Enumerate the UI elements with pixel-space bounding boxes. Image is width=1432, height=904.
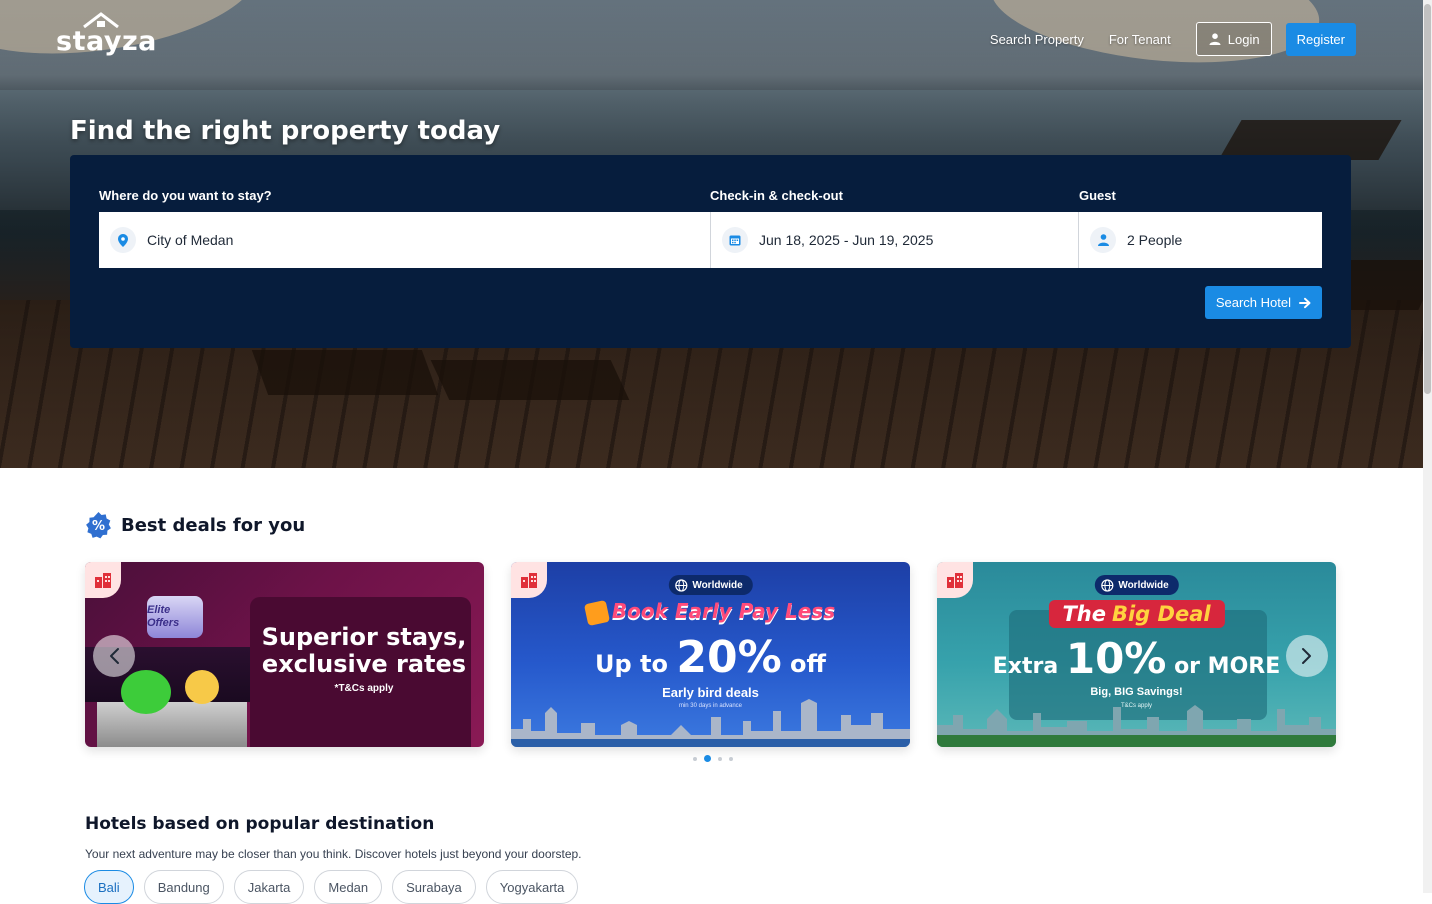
dates-field[interactable]: Jun 18, 2025 - Jun 19, 2025 xyxy=(711,212,1079,268)
globe-icon xyxy=(674,578,687,592)
nav-for-tenant[interactable]: For Tenant xyxy=(1109,32,1171,47)
user-icon xyxy=(1209,33,1221,45)
page-scrollbar-thumb[interactable] xyxy=(1424,4,1431,394)
offer-percent: 10% xyxy=(1065,634,1167,683)
card-note: *T&Cs apply xyxy=(334,683,394,694)
dates-label: Check-in & check-out xyxy=(710,188,843,203)
card-headline-text: Book Early Pay Less xyxy=(611,599,836,623)
chevron-right-icon xyxy=(1302,648,1311,664)
hero-banner: stayza Search Property For Tenant Login … xyxy=(0,0,1423,468)
mascot-illustration xyxy=(185,670,219,704)
city-chip-yogyakarta[interactable]: Yogyakarta xyxy=(485,870,579,904)
popular-title: Hotels based on popular destination xyxy=(85,814,435,834)
search-hotel-label: Search Hotel xyxy=(1215,295,1291,310)
carousel-prev-button[interactable] xyxy=(93,635,135,677)
city-chip-jakarta[interactable]: Jakarta xyxy=(233,870,305,904)
popular-subtitle: Your next adventure may be closer than y… xyxy=(85,847,582,861)
location-field[interactable]: City of Medan xyxy=(99,212,711,268)
hotel-icon xyxy=(947,573,963,588)
register-label: Register xyxy=(1296,31,1345,47)
city-chip-medan[interactable]: Medan xyxy=(314,870,383,904)
login-label: Login xyxy=(1227,31,1260,47)
worldwide-pill: Worldwide xyxy=(1094,575,1179,595)
brand-logo[interactable]: stayza xyxy=(56,12,156,62)
chevron-left-icon xyxy=(110,648,119,664)
dates-value: Jun 18, 2025 - Jun 19, 2025 xyxy=(759,232,934,248)
deal-card[interactable]: Worldwide Book Early Pay Less Up to 20% … xyxy=(511,562,910,747)
globe-icon xyxy=(1100,578,1113,592)
svg-text:%: % xyxy=(92,519,105,534)
login-button[interactable]: Login xyxy=(1195,22,1272,56)
hero-background-chair xyxy=(1218,120,1402,160)
location-label: Where do you want to stay? xyxy=(99,188,272,203)
city-chips: Bali Bandung Jakarta Medan Surabaya Yogy… xyxy=(84,870,579,904)
carousel-dot[interactable] xyxy=(718,756,722,761)
deal-card[interactable]: Elite Offers Superior stays, exclusive r… xyxy=(85,562,484,747)
card-headline: Book Early Pay Less xyxy=(511,599,910,626)
search-panel: Where do you want to stay? Check-in & ch… xyxy=(70,155,1351,348)
offer-prefix: Up to xyxy=(595,650,668,678)
calendar-icon xyxy=(722,227,748,253)
guest-field[interactable]: 2 People xyxy=(1079,212,1322,268)
worldwide-label: Worldwide xyxy=(1118,579,1169,591)
carousel-dots xyxy=(693,755,733,762)
offer-suffix: or MORE xyxy=(1174,654,1281,679)
worldwide-pill: Worldwide xyxy=(668,575,753,595)
hotel-badge xyxy=(937,562,973,598)
carousel-next-button[interactable] xyxy=(1286,635,1328,677)
user-icon xyxy=(1090,227,1116,253)
carousel-dot[interactable] xyxy=(729,756,733,761)
card-headline-b: Big Deal xyxy=(1111,602,1211,626)
hero-background-chair xyxy=(251,350,439,395)
city-chip-bandung[interactable]: Bandung xyxy=(143,870,224,904)
nav-search-property[interactable]: Search Property xyxy=(990,32,1084,47)
deal-card[interactable]: Worldwide The Big Deal Extra 10% or MORE … xyxy=(937,562,1336,747)
carousel-dot[interactable] xyxy=(693,756,697,761)
card-headline: The Big Deal xyxy=(1048,600,1225,628)
skyline-illustration xyxy=(511,699,910,747)
guest-label: Guest xyxy=(1079,188,1116,203)
city-chip-surabaya[interactable]: Surabaya xyxy=(392,870,476,904)
elite-offers-badge: Elite Offers xyxy=(147,596,203,638)
guest-value: 2 People xyxy=(1127,232,1183,248)
card-offer: Up to 20% off xyxy=(511,632,910,683)
mascot-illustration xyxy=(121,670,171,714)
hotel-icon xyxy=(95,573,111,588)
city-chip-bali[interactable]: Bali xyxy=(84,870,134,904)
hero-background-chair xyxy=(430,360,630,400)
card-offer: Extra 10% or MORE xyxy=(937,634,1336,683)
top-nav: Search Property For Tenant Login Registe… xyxy=(990,22,1356,56)
offer-prefix: Extra xyxy=(992,654,1059,679)
hotel-badge xyxy=(85,562,121,598)
hero-title: Find the right property today xyxy=(70,116,501,146)
card-headline-a: The xyxy=(1062,602,1106,626)
hotel-badge xyxy=(511,562,547,598)
map-pin-icon xyxy=(110,227,136,253)
elite-offers-label: Elite Offers xyxy=(147,604,180,629)
hotel-icon xyxy=(521,573,537,588)
search-hotel-button[interactable]: Search Hotel xyxy=(1204,286,1322,319)
worldwide-label: Worldwide xyxy=(692,579,743,591)
arrow-right-icon xyxy=(1299,297,1311,308)
deals-title: Best deals for you xyxy=(121,515,306,536)
discount-badge-icon: % xyxy=(86,512,111,539)
offer-suffix: off xyxy=(790,650,826,678)
location-value: City of Medan xyxy=(147,232,234,248)
brand-name: stayza xyxy=(56,26,157,57)
offer-percent: 20% xyxy=(676,632,782,683)
carousel-dot-active[interactable] xyxy=(704,755,711,762)
card-headline: Superior stays, exclusive rates xyxy=(261,623,467,678)
search-bar: City of Medan Jun 18, 2025 - Jun 19, 202… xyxy=(99,212,1322,268)
card-illustration xyxy=(97,702,247,747)
discount-tag-icon xyxy=(583,599,610,626)
skyline-illustration xyxy=(937,705,1336,747)
deals-header: % Best deals for you xyxy=(84,511,305,540)
register-button[interactable]: Register xyxy=(1285,22,1356,56)
